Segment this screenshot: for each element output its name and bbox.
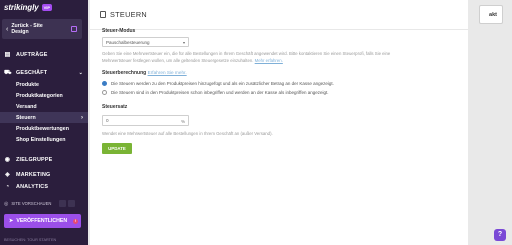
modal-content: Steuer-Modus Pauschalbesteuerung ▾ Geben…: [102, 28, 462, 154]
sidebar-item-label: MARKETING: [16, 171, 51, 178]
sidebar-item-taxes[interactable]: Steuern ›: [0, 112, 88, 123]
tax-calc-learn-more-link[interactable]: Erfahren Sie mehr.: [148, 70, 187, 75]
footer-text[interactable]: BESUCHEN: TOUR STARTEN: [4, 238, 56, 242]
modal-title: STEUERN: [110, 10, 147, 19]
tax-option-label: Die Steuern werden zu den Produktpreisen…: [111, 81, 334, 86]
sidebar-item-label: AUFTRÄGE: [16, 51, 48, 58]
tax-mode-label: Steuer-Modus: [102, 28, 136, 34]
tax-mode-description-text: Geben Sie eine Mehrwertsteuer ein, die f…: [102, 51, 391, 63]
sidebar-item-label: ZIELGRUPPE: [16, 156, 53, 163]
tax-option-label: Die Steuern sind in den Produktpreisen s…: [111, 90, 329, 95]
publish-badge: !: [73, 218, 78, 224]
vip-badge: VIP: [41, 3, 53, 11]
taxes-modal: STEUERN Steuer-Modus Pauschalbesteuerung…: [90, 0, 468, 245]
tax-rate-input[interactable]: 0 %: [102, 115, 189, 126]
design-square-icon: [71, 26, 77, 32]
update-button[interactable]: UPDATE: [102, 143, 132, 154]
sidebar-item-shop[interactable]: ⛟ GESCHÄFT ⌄: [0, 66, 88, 79]
sidebar: strikingly VIP ‹ Zurück - Site Design ▤ …: [0, 0, 88, 245]
eye-icon: ◎: [4, 200, 9, 207]
site-preview-row: ◎ SITE VORSCHAUEN: [0, 198, 88, 209]
sidebar-item-label: Steuern: [16, 114, 36, 121]
backdrop-action-button[interactable]: akt: [479, 5, 503, 24]
tax-option-included[interactable]: Die Steuern sind in den Produktpreisen s…: [102, 90, 462, 95]
chevron-left-icon: ‹: [6, 25, 9, 33]
tax-calc-label: Steuerberechnung: [102, 70, 147, 76]
sidebar-item-reviews[interactable]: Produktbewertungen: [0, 123, 88, 134]
publish-label: VERÖFFENTLICHEN: [16, 218, 68, 224]
radio-button[interactable]: [102, 81, 107, 86]
paper-plane-icon: ➤: [9, 218, 14, 224]
receipt-icon: ▤: [4, 52, 11, 58]
mobile-view-button[interactable]: [59, 200, 67, 207]
back-to-site-design-button[interactable]: ‹ Zurück - Site Design: [2, 19, 82, 39]
tax-rate-value: 0: [106, 118, 109, 123]
tax-rate-description: Wendet eine Mehrwertsteuer auf alle Best…: [102, 131, 273, 136]
percent-unit: %: [181, 119, 185, 124]
site-preview-label[interactable]: SITE VORSCHAUEN: [11, 201, 51, 206]
sidebar-item-shipping[interactable]: Versand: [0, 101, 88, 112]
tax-mode-value: Pauschalbesteuerung: [106, 39, 150, 45]
tax-mode-description: Geben Sie eine Mehrwertsteuer ein, die f…: [102, 51, 402, 64]
shop-submenu: Produkte Produktkategorien Versand Steue…: [0, 79, 88, 145]
megaphone-icon: ◈: [5, 172, 10, 178]
sidebar-item-marketing[interactable]: ◈ MARKETING: [0, 168, 88, 181]
sidebar-item-label: GESCHÄFT: [16, 69, 48, 76]
tax-rate-label: Steuersatz: [102, 104, 128, 110]
desktop-view-button[interactable]: [68, 200, 76, 207]
sidebar-item-label: ANALYTICS: [16, 184, 49, 190]
nav-lower: ◉ ZIELGRUPPE ◈ MARKETING ◔ ANALYTICS: [0, 153, 88, 192]
document-icon: [100, 11, 106, 18]
modal-header: STEUERN: [90, 0, 468, 30]
sidebar-item-audience[interactable]: ◉ ZIELGRUPPE: [0, 153, 88, 166]
sidebar-item-orders[interactable]: ▤ AUFTRÄGE: [0, 48, 88, 61]
tax-calc-label-row: Steuerberechnung Erfahren Sie mehr.: [102, 70, 462, 76]
publish-button[interactable]: ➤ VERÖFFENTLICHEN !: [4, 214, 81, 228]
learn-more-link[interactable]: Mehr erfahren.: [255, 58, 283, 63]
chevron-down-icon: ⌄: [78, 69, 83, 76]
sidebar-item-analytics[interactable]: ◔ ANALYTICS: [0, 182, 88, 192]
sidebar-item-categories[interactable]: Produktkategorien: [0, 90, 88, 101]
back-label: Zurück - Site Design: [11, 23, 43, 35]
cart-icon: ⛟: [4, 69, 12, 76]
nav-top: ▤ AUFTRÄGE ⛟ GESCHÄFT ⌄: [0, 48, 88, 79]
radio-button[interactable]: [102, 90, 107, 95]
audience-icon: ◉: [4, 157, 11, 163]
brand-logo[interactable]: strikingly: [4, 3, 39, 12]
chevron-down-icon: ▾: [182, 40, 185, 45]
tax-option-added[interactable]: Die Steuern werden zu den Produktpreisen…: [102, 81, 462, 86]
sidebar-item-products[interactable]: Produkte: [0, 79, 88, 90]
brand-row: strikingly VIP: [0, 0, 88, 14]
tax-mode-select[interactable]: Pauschalbesteuerung ▾: [102, 37, 189, 47]
chevron-right-icon: ›: [81, 114, 83, 121]
analytics-icon: ◔: [5, 184, 10, 190]
help-button[interactable]: ?: [494, 229, 506, 241]
sidebar-item-shop-settings[interactable]: Shop Einstellungen: [0, 134, 88, 145]
